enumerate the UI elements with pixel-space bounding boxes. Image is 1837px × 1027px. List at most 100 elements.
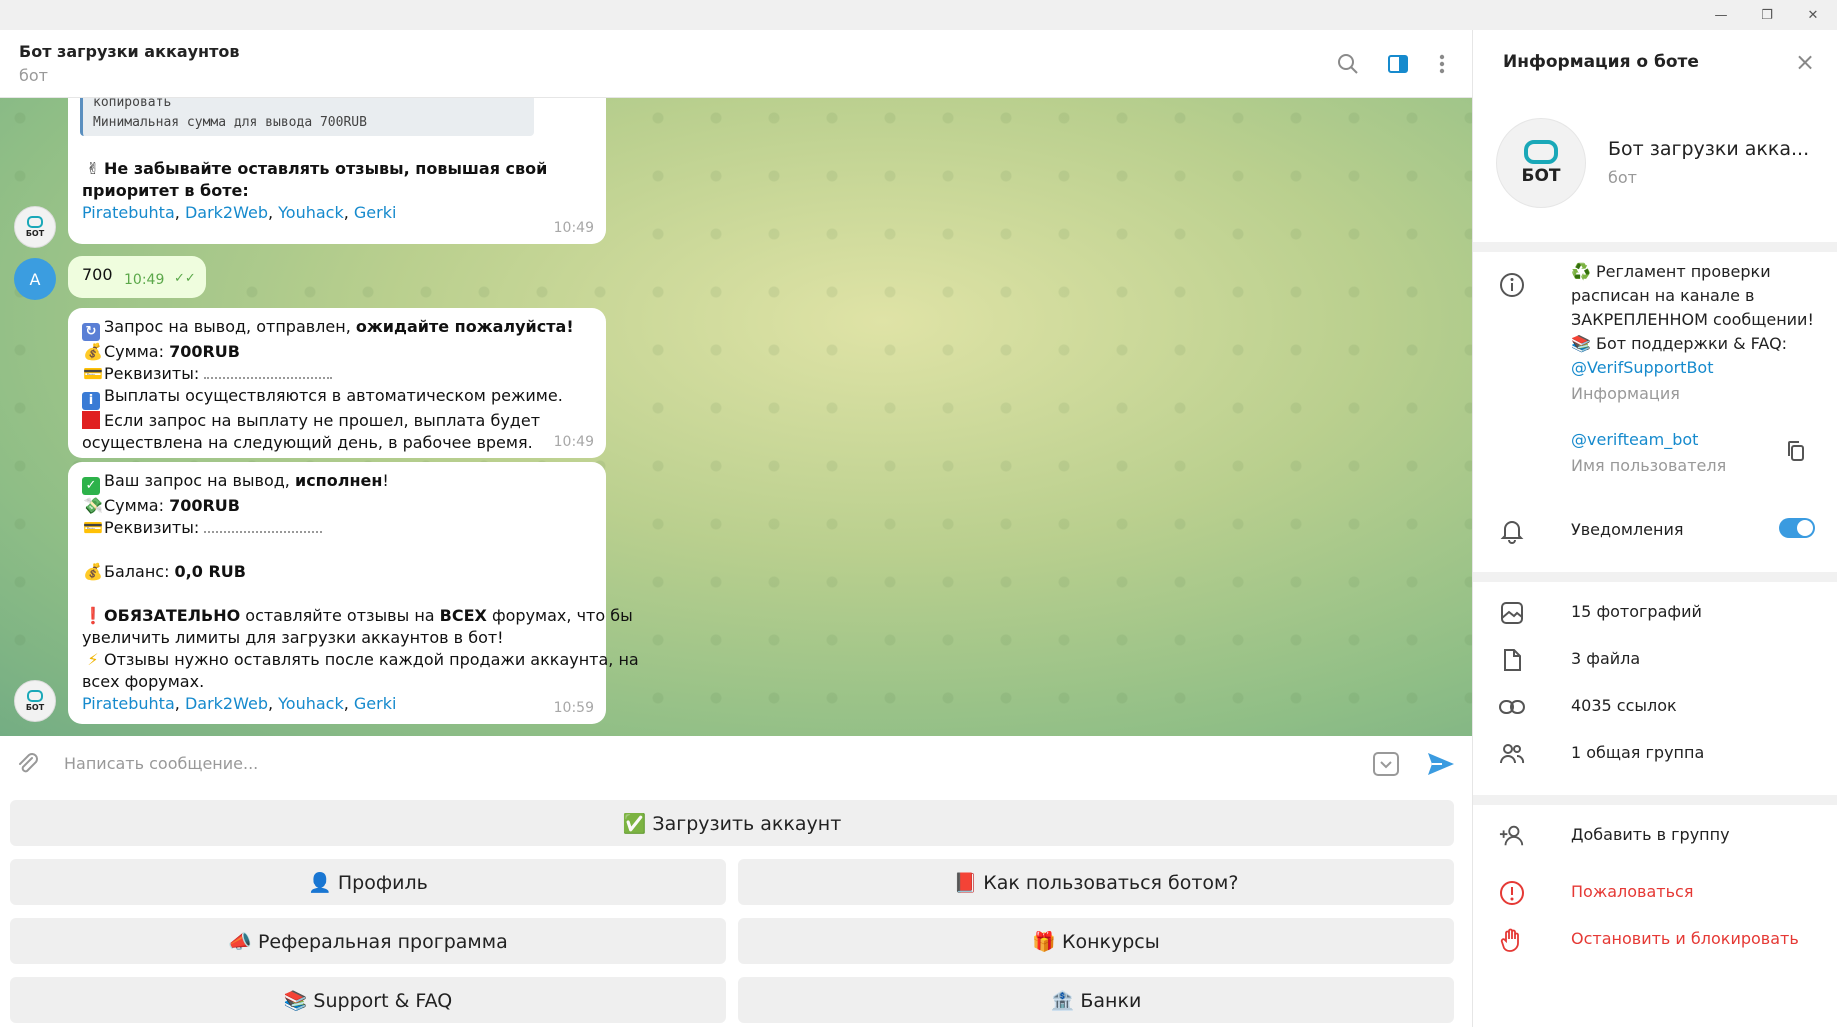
message-bubble-outgoing[interactable]: 700 10:49 ✓✓ (68, 256, 206, 298)
add-to-group-button[interactable]: Добавить в группу (1571, 823, 1730, 847)
stop-and-block-button[interactable]: Остановить и блокировать (1571, 927, 1799, 951)
banks-button[interactable]: 🏦 Банки (738, 977, 1454, 1023)
victory-hand-icon: ✌ (86, 159, 100, 178)
message-bubble-request[interactable]: ↻ Запрос на вывод, отправлен, ожидайте по… (68, 308, 606, 458)
panel-title: Информация о боте (1503, 52, 1699, 72)
link-youhack[interactable]: Youhack (278, 203, 344, 222)
username-block[interactable]: @verifteam_bot Имя пользователя (1571, 428, 1726, 478)
link-piratebuhta[interactable]: Piratebuhta (82, 694, 175, 713)
redacted-details (204, 527, 323, 533)
message-bubble-reviews[interactable]: копировать Минимальная сумма для вывода … (68, 98, 606, 244)
paperclip-icon[interactable] (14, 750, 42, 778)
message-text: Ваш запрос на вывод, (104, 471, 295, 490)
money-bag-icon: 💰 (83, 562, 103, 581)
restore-button[interactable]: ❐ (1744, 0, 1790, 30)
check-mark-icon: ✓ (82, 477, 100, 495)
message-text: Сумма: (104, 496, 170, 515)
code-copy-label: копировать (93, 98, 172, 110)
message-text: 700RUB (169, 342, 240, 361)
message-input[interactable]: Написать сообщение... (64, 754, 258, 773)
bot-keyboard-icon[interactable] (1372, 750, 1400, 778)
file-icon (1499, 647, 1525, 673)
close-icon[interactable]: × (1793, 50, 1817, 74)
notifications-toggle[interactable] (1779, 518, 1815, 538)
message-text: увеличить лимиты для загрузки аккаунтов … (82, 628, 504, 647)
username-caption: Имя пользователя (1571, 456, 1727, 475)
info-caption: Информация (1571, 384, 1680, 403)
red-square-icon (82, 411, 100, 429)
bell-icon (1499, 518, 1525, 544)
message-text: Реквизиты: (104, 518, 205, 537)
user-avatar[interactable]: A (14, 258, 56, 300)
report-icon (1499, 880, 1525, 906)
photo-icon (1499, 600, 1525, 626)
robot-icon (1524, 140, 1558, 164)
description-line: ♻️ Регламент проверки (1571, 262, 1771, 281)
bot-avatar-label: БОТ (25, 703, 45, 712)
message-text: осуществлена на следующий день, в рабоче… (82, 433, 533, 452)
link-dark2web[interactable]: Dark2Web (185, 203, 268, 222)
minimize-button[interactable]: — (1698, 0, 1744, 30)
support-faq-button[interactable]: 📚 Support & FAQ (10, 977, 726, 1023)
message-text: Не забывайте оставлять отзывы, повышая с… (104, 159, 548, 178)
credit-card-icon: 💳 (83, 364, 103, 383)
support-bot-link[interactable]: @VerifSupportBot (1571, 356, 1814, 380)
message-time: 10:49 (124, 272, 165, 288)
lightning-icon: ⚡ (87, 650, 99, 669)
report-button[interactable]: Пожаловаться (1571, 880, 1693, 904)
bot-avatar[interactable]: БОТ (14, 680, 56, 722)
bot-info-panel: Информация о боте × БОТ Бот загрузки акк… (1472, 30, 1837, 1027)
upload-account-button[interactable]: ✅ Загрузить аккаунт (10, 800, 1454, 846)
username-link[interactable]: @verifteam_bot (1571, 428, 1726, 452)
refresh-icon: ↻ (82, 323, 100, 341)
message-bubble-completed[interactable]: ✓ Ваш запрос на вывод, исполнен! 💸Сумма: … (68, 462, 639, 724)
groups-count[interactable]: 1 общая группа (1571, 741, 1704, 765)
link-dark2web[interactable]: Dark2Web (185, 694, 268, 713)
link-icon (1499, 694, 1525, 720)
files-count[interactable]: 3 файла (1571, 647, 1640, 671)
stop-hand-icon (1499, 927, 1525, 953)
link-youhack[interactable]: Youhack (278, 694, 344, 713)
more-options-icon[interactable] (1426, 48, 1458, 80)
message-text: Если запрос на выплату не прошел, выплат… (104, 411, 541, 430)
bot-avatar[interactable]: БОТ (14, 206, 56, 248)
referral-program-button[interactable]: 📣 Реферальная программа (10, 918, 726, 964)
message-text: ВСЕХ (439, 606, 487, 625)
message-text: Выплаты осуществляются в автоматическом … (104, 386, 563, 405)
bot-profile-avatar[interactable]: БОТ (1496, 118, 1586, 208)
photos-count[interactable]: 15 фотографий (1571, 600, 1702, 624)
bot-type: бот (1608, 168, 1637, 187)
close-window-button[interactable]: ✕ (1790, 0, 1836, 30)
code-block[interactable]: копировать Минимальная сумма для вывода … (80, 98, 534, 136)
description-line: расписан на канале в (1571, 286, 1755, 305)
copy-icon[interactable] (1785, 440, 1807, 462)
bot-avatar-label: БОТ (25, 229, 45, 238)
link-piratebuhta[interactable]: Piratebuhta (82, 203, 175, 222)
link-gerki[interactable]: Gerki (354, 694, 397, 713)
how-to-use-button[interactable]: 📕 Как пользоваться ботом? (738, 859, 1454, 905)
message-text: Сумма: (104, 342, 170, 361)
message-text: Баланс: (104, 562, 175, 581)
link-gerki[interactable]: Gerki (354, 203, 397, 222)
window-titlebar: — ❐ ✕ (0, 0, 1837, 30)
bot-keyboard: ✅ Загрузить аккаунт 👤 Профиль 📕 Как поль… (0, 792, 1472, 1027)
message-time: 10:49 (553, 220, 594, 236)
send-icon[interactable] (1426, 750, 1456, 778)
message-text: ! (382, 471, 389, 490)
chat-title: Бот загрузки аккаунтов (19, 42, 240, 61)
divider (1473, 572, 1837, 582)
search-icon[interactable] (1332, 48, 1364, 80)
message-text: ожидайте пожалуйста! (355, 317, 574, 336)
sidebar-toggle-icon[interactable] (1382, 48, 1414, 80)
divider (1473, 795, 1837, 805)
message-text: ОБЯЗАТЕЛЬНО (104, 606, 241, 625)
message-text: 700RUB (169, 496, 240, 515)
money-wings-icon: 💸 (83, 496, 103, 515)
profile-button[interactable]: 👤 Профиль (10, 859, 726, 905)
message-text: форумах, что бы (486, 606, 633, 625)
chat-messages-area[interactable]: копировать Минимальная сумма для вывода … (0, 98, 1472, 736)
description-line: ЗАКРЕПЛЕННОМ сообщении! (1571, 310, 1814, 329)
chat-header[interactable]: Бот загрузки аккаунтов бот (0, 30, 1472, 98)
contests-button[interactable]: 🎁 Конкурсы (738, 918, 1454, 964)
links-count[interactable]: 4035 ссылок (1571, 694, 1677, 718)
